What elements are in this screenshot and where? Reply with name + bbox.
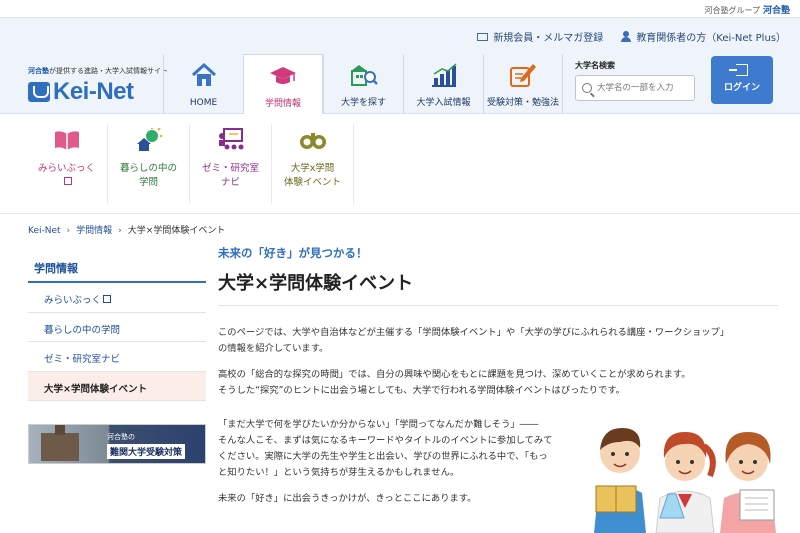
external-link-icon <box>103 295 112 303</box>
sub-nav: みらいぶっく 暮らしの中の 学問 ゼミ・研究室 ナビ 大学x学問 体験イベント <box>0 114 800 214</box>
user-icon <box>621 31 632 42</box>
nav-academic-info[interactable]: 学問情報 <box>243 54 323 115</box>
banner-building-image <box>41 425 79 461</box>
page-title: 大学×学問体験イベント <box>218 269 778 306</box>
logo-tagline: 河合塾が提供する進路・大学入試情報サイト <box>28 67 168 75</box>
login-button[interactable]: ログイン <box>711 56 773 104</box>
breadcrumb-home[interactable]: Kei-Net <box>28 226 61 236</box>
chevron-right-icon: › <box>118 226 122 236</box>
side-item-seminar-navi[interactable]: ゼミ・研究室ナビ <box>28 342 206 372</box>
catch-copy: 未来の「好き」が見つかる！ <box>218 246 368 260</box>
breadcrumb: Kei-Net › 学問情報 › 大学×学問体験イベント <box>28 223 225 236</box>
campus-search-icon <box>350 65 378 86</box>
nav-admission-info[interactable]: 大学入試情報 <box>403 54 483 114</box>
subnav-seminar-navi[interactable]: ゼミ・研究室 ナビ <box>190 124 272 204</box>
banner-small-text: 河合塾の <box>107 433 135 441</box>
students-illustration <box>594 428 776 533</box>
open-book-icon <box>54 131 79 150</box>
intro-paragraph: このページでは、大学や自治体などが主催する「学問体験イベント」や「大学の学びにふ… <box>218 327 730 354</box>
search-box[interactable] <box>575 75 695 101</box>
closing-paragraph: 未来の「好き」に出会うきっかけが、きっとここにあります。 <box>218 493 477 504</box>
register-link[interactable]: 新規会員・メルマガ登録 <box>477 29 603 44</box>
binoculars-icon <box>299 133 326 149</box>
login-icon <box>729 64 748 76</box>
header-links: 新規会員・メルマガ登録 教育関係者の方（Kei-Net Plus） <box>477 29 786 44</box>
site-logo[interactable]: 河合塾が提供する進路・大学入試情報サイト Kei-Net <box>28 66 168 106</box>
university-search-input[interactable] <box>597 83 692 93</box>
banner-large-text: 難関大学受験対策 <box>107 444 186 459</box>
university-search: 大学名検索 <box>575 60 695 101</box>
site-header: 新規会員・メルマガ登録 教育関係者の方（Kei-Net Plus） 河合塾が提供… <box>0 18 800 115</box>
bar-chart-icon <box>431 63 456 87</box>
main-content: 未来の「好き」が見つかる！ 大学×学問体験イベント このページでは、大学や自治体… <box>218 245 778 504</box>
breadcrumb-academic-info[interactable]: 学問情報 <box>76 226 112 236</box>
chevron-right-icon: › <box>66 226 71 236</box>
side-menu: 学問情報 みらいぶっく 暮らしの中の学問 ゼミ・研究室ナビ 大学×学問体験イベン… <box>28 250 206 401</box>
subnav-mirai-book[interactable]: みらいぶっく <box>26 124 108 204</box>
kawaijuku-group-logo[interactable]: 河合塾グループ 河合塾 <box>704 3 790 16</box>
nav-find-university[interactable]: 大学を探す <box>323 54 403 114</box>
mail-icon <box>477 32 489 41</box>
seminar-icon <box>218 128 243 150</box>
elite-university-banner[interactable]: 河合塾の 難関大学受験対策 <box>28 424 206 464</box>
side-item-mirai-book[interactable]: みらいぶっく <box>28 283 206 313</box>
search-icon <box>582 83 592 93</box>
side-menu-heading[interactable]: 学問情報 <box>28 250 206 283</box>
side-item-daily-life-academics[interactable]: 暮らしの中の学問 <box>28 313 206 342</box>
pencil-icon <box>510 64 536 87</box>
inquiry-paragraph: 高校の「総合的な探究の時間」では、自分の興味や関心をもとに課題を見つけ、深めてい… <box>218 369 691 396</box>
logo-wordmark: Kei-Net <box>53 78 134 105</box>
lightbulb-house-icon <box>136 128 162 151</box>
breadcrumb-current: 大学×学問体験イベント <box>127 226 226 236</box>
side-item-experience-events[interactable]: 大学×学問体験イベント <box>28 371 206 401</box>
search-title: 大学名検索 <box>575 61 615 70</box>
main-nav: HOME 学問情報 大学を探す 大学入試情報 受験対策・勉強法 <box>163 54 563 115</box>
top-bar: 河合塾グループ 河合塾 <box>0 0 800 18</box>
nav-home[interactable]: HOME <box>163 54 243 114</box>
external-link-icon <box>63 177 72 185</box>
encourage-paragraph: 「まだ大学で何を学びたいか分からない」「学問ってなんだか難しそう」―― そんな人… <box>218 419 553 478</box>
educator-link[interactable]: 教育関係者の方（Kei-Net Plus） <box>621 29 786 44</box>
nav-exam-prep[interactable]: 受験対策・勉強法 <box>483 54 563 114</box>
graduation-cap-icon <box>270 67 296 84</box>
subnav-experience-events[interactable]: 大学x学問 体験イベント <box>272 124 354 204</box>
kei-net-mark-icon <box>28 82 50 102</box>
subnav-daily-life-academics[interactable]: 暮らしの中の 学問 <box>108 124 190 204</box>
home-icon <box>191 62 216 86</box>
